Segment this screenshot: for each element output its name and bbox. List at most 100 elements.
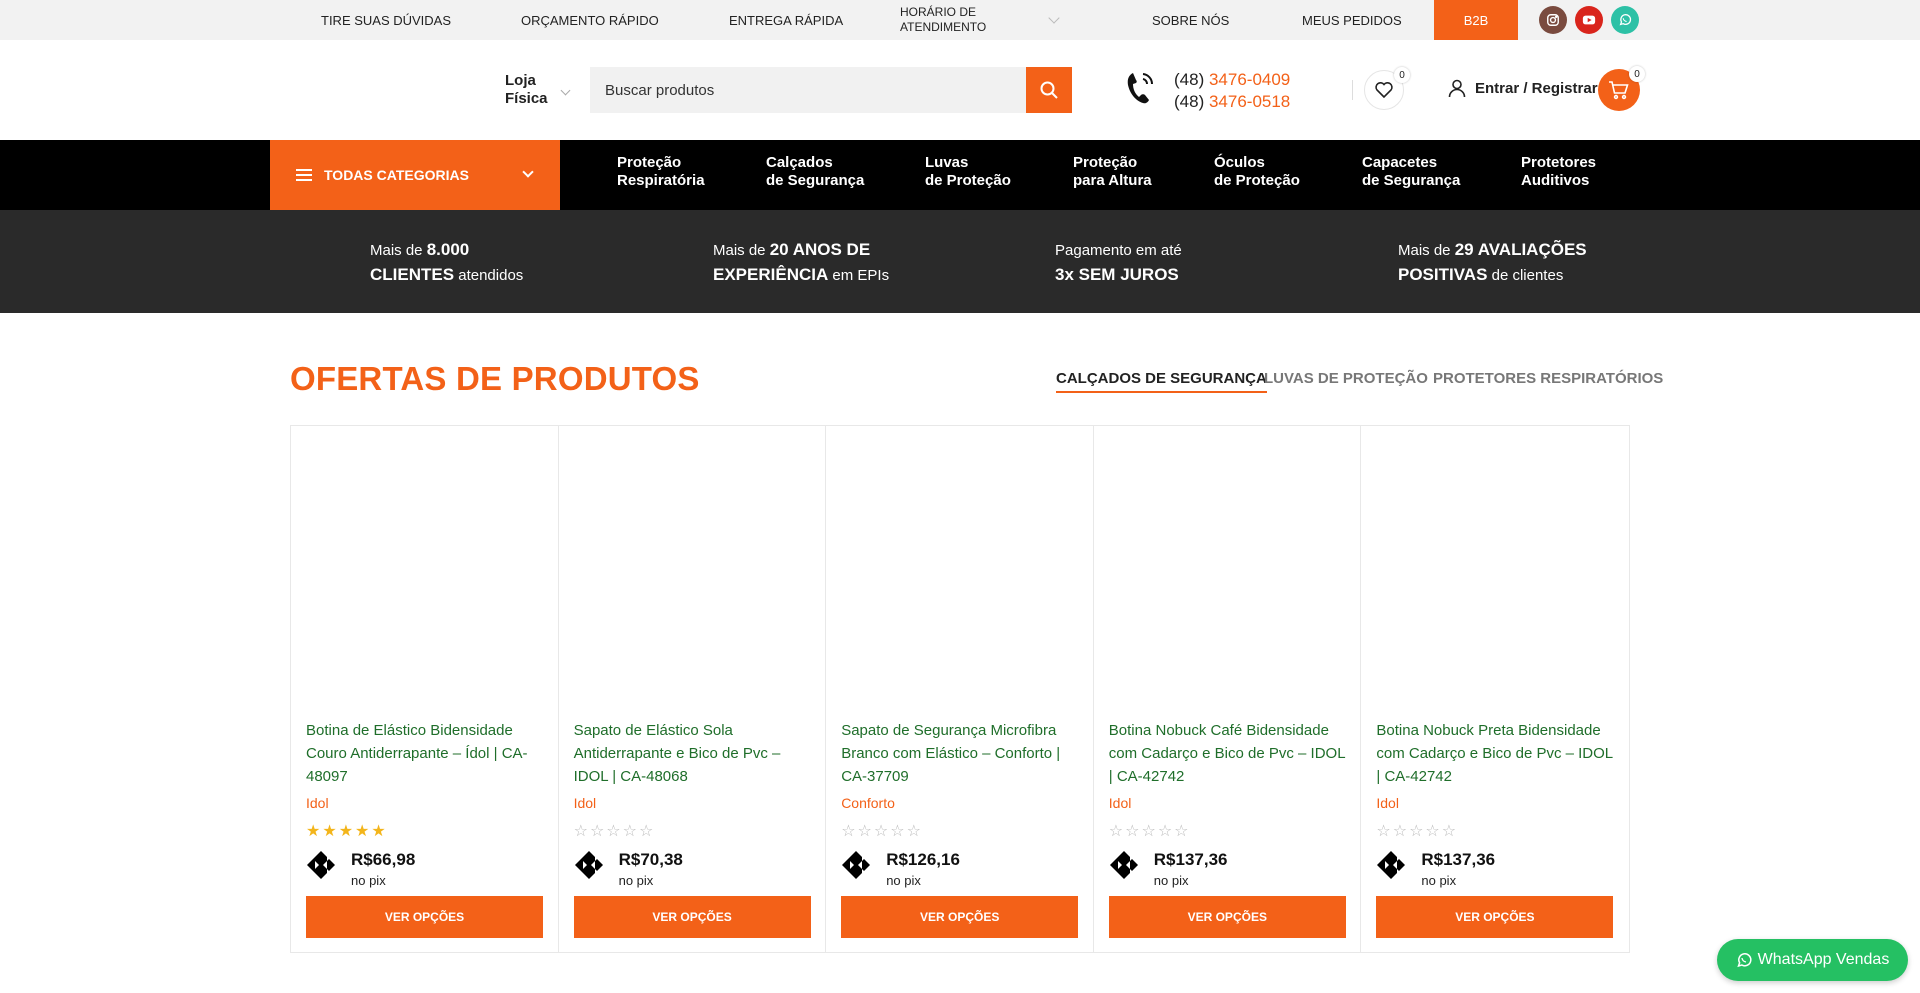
product-card: Botina Nobuck Preta Bidensidade com Cada… xyxy=(1361,426,1629,952)
all-categories-button[interactable]: TODAS CATEGORIAS xyxy=(270,140,560,210)
product-brand-link[interactable]: Conforto xyxy=(841,795,895,811)
login-register-link[interactable]: Entrar / Registrar xyxy=(1447,78,1598,98)
product-image[interactable] xyxy=(1108,440,1346,710)
nav-link-safety-glasses[interactable]: Óculos de Proteção xyxy=(1214,154,1300,190)
section-title: OFERTAS DE PRODUTOS xyxy=(290,360,700,397)
star-icon: ☆ xyxy=(906,823,921,840)
pix-logo-icon xyxy=(307,851,335,879)
product-grid: Botina de Elástico Bidensidade Couro Ant… xyxy=(290,425,1630,953)
cart-count-badge: 0 xyxy=(1629,66,1645,82)
product-name-link[interactable]: Botina Nobuck Café Bidensidade com Cadar… xyxy=(1109,719,1349,788)
product-brand-link[interactable]: Idol xyxy=(574,795,597,811)
cart-icon xyxy=(1609,81,1629,100)
product-card: Botina de Elástico Bidensidade Couro Ant… xyxy=(291,426,559,952)
instagram-icon[interactable] xyxy=(1539,6,1567,34)
tab-safety-footwear[interactable]: CALÇADOS DE SEGURANÇA xyxy=(1056,370,1267,393)
star-icon: ★ xyxy=(371,823,386,840)
top-link-opening-hours[interactable]: HORÁRIO DE ATENDIMENTO xyxy=(900,0,1040,40)
product-brand-link[interactable]: Idol xyxy=(306,795,329,811)
product-brand-link[interactable]: Idol xyxy=(1109,795,1132,811)
site-header: Loja Física (48) 3476-0409 (48) 3476-051… xyxy=(0,40,1920,140)
nav-link-line: Capacetes xyxy=(1362,154,1438,171)
view-options-button[interactable]: VER OPÇÕES xyxy=(1376,896,1614,938)
pix-label: no pix xyxy=(1421,873,1457,888)
top-link-fast-delivery[interactable]: ENTREGA RÁPIDA xyxy=(729,0,843,40)
rating-stars: ☆ ☆ ☆ ☆ ☆ xyxy=(1109,824,1189,840)
star-icon: ★ xyxy=(355,823,370,840)
view-options-button[interactable]: VER OPÇÕES xyxy=(841,896,1079,938)
tab-protective-gloves[interactable]: LUVAS DE PROTEÇÃO xyxy=(1264,370,1428,387)
product-name-link[interactable]: Sapato de Elástico Sola Antiderrapante e… xyxy=(574,719,814,788)
pix-logo-icon xyxy=(842,851,871,879)
view-options-button[interactable]: VER OPÇÕES xyxy=(573,896,811,938)
product-name-link[interactable]: Botina de Elástico Bidensidade Couro Ant… xyxy=(306,719,546,788)
top-link-faq[interactable]: TIRE SUAS DÚVIDAS xyxy=(321,0,451,40)
star-icon: ★ xyxy=(322,823,337,840)
search-input[interactable] xyxy=(590,67,1026,113)
star-icon: ☆ xyxy=(1409,823,1424,840)
phone-link-2[interactable]: 3476-0518 xyxy=(1209,92,1290,111)
benefits-bar: Mais de 8.000 CLIENTES atendidos Mais de … xyxy=(0,210,1920,313)
star-icon: ☆ xyxy=(622,823,637,840)
product-card: Botina Nobuck Café Bidensidade com Cadar… xyxy=(1094,426,1362,952)
product-image[interactable] xyxy=(841,440,1079,710)
pix-label: no pix xyxy=(618,873,654,888)
product-name-link[interactable]: Botina Nobuck Preta Bidensidade com Cada… xyxy=(1376,719,1616,788)
top-link-quick-quote[interactable]: ORÇAMENTO RÁPIDO xyxy=(521,0,659,40)
benefit-installments: Pagamento em até 3x SEM JUROS xyxy=(1055,242,1182,284)
b2b-button[interactable]: B2B xyxy=(1434,0,1518,40)
phone-link-1[interactable]: 3476-0409 xyxy=(1209,70,1290,89)
nav-link-helmets[interactable]: Capacetes de Segurança xyxy=(1362,154,1460,190)
top-bar: TIRE SUAS DÚVIDAS ORÇAMENTO RÁPIDO ENTRE… xyxy=(0,0,1920,40)
chevron-down-icon xyxy=(560,85,571,96)
pix-label: no pix xyxy=(351,873,386,888)
nav-link-line: Óculos xyxy=(1214,154,1265,171)
wishlist-count-badge: 0 xyxy=(1394,67,1410,83)
all-categories-label: TODAS CATEGORIAS xyxy=(324,167,469,183)
star-icon: ☆ xyxy=(857,823,872,840)
nav-link-protective-gloves[interactable]: Luvas de Proteção xyxy=(925,154,1011,190)
product-image[interactable] xyxy=(1376,440,1614,710)
star-icon: ☆ xyxy=(638,823,654,840)
star-icon: ☆ xyxy=(573,823,588,840)
nav-link-safety-footwear[interactable]: Calçados de Segurança xyxy=(766,154,864,190)
benefit-customers: Mais de 8.000 CLIENTES atendidos xyxy=(370,240,524,284)
top-link-my-orders[interactable]: MEUS PEDIDOS xyxy=(1302,0,1402,40)
nav-link-line: Luvas xyxy=(925,154,969,171)
product-card: Sapato de Segurança Microfibra Branco co… xyxy=(826,426,1094,952)
whatsapp-sales-button[interactable]: WhatsApp Vendas xyxy=(1717,939,1908,981)
nav-link-fall-protection[interactable]: Proteção para Altura xyxy=(1073,154,1152,190)
search-button[interactable] xyxy=(1026,67,1072,113)
nav-link-line: de Proteção xyxy=(1214,172,1300,189)
nav-link-line: de Segurança xyxy=(1362,172,1461,189)
star-icon: ☆ xyxy=(1392,823,1408,840)
nav-link-hearing-protectors[interactable]: Protetores Auditivos xyxy=(1521,154,1596,190)
phone-icon xyxy=(1127,73,1154,104)
store-selector[interactable]: Loja Física xyxy=(505,72,548,108)
youtube-icon[interactable] xyxy=(1575,6,1603,34)
pix-logo-icon xyxy=(1377,851,1406,879)
main-navigation: TODAS CATEGORIAS Proteção Respiratória Ca… xyxy=(0,140,1920,210)
nav-link-respiratory-protection[interactable]: Proteção Respiratória xyxy=(617,154,705,190)
star-icon: ☆ xyxy=(1425,823,1440,840)
star-icon: ☆ xyxy=(1174,823,1189,840)
view-options-button[interactable]: VER OPÇÕES xyxy=(306,896,543,938)
top-link-about[interactable]: SOBRE NÓS xyxy=(1152,0,1229,40)
product-name-link[interactable]: Sapato de Segurança Microfibra Branco co… xyxy=(841,719,1081,788)
whatsapp-icon xyxy=(1736,953,1752,968)
rating-stars: ☆ ☆ ☆ ☆ ☆ xyxy=(841,824,921,840)
star-icon: ☆ xyxy=(606,823,621,840)
product-brand-link[interactable]: Idol xyxy=(1376,795,1399,811)
store-selector-label-2: Física xyxy=(505,90,548,107)
star-icon: ☆ xyxy=(841,823,856,840)
nav-link-line: Proteção xyxy=(617,154,682,171)
product-image[interactable] xyxy=(573,440,811,710)
view-options-button[interactable]: VER OPÇÕES xyxy=(1108,896,1346,938)
product-price: R$137,36 xyxy=(1421,850,1496,869)
whatsapp-icon[interactable] xyxy=(1611,6,1639,34)
phone-numbers: (48) 3476-0409 (48) 3476-0518 xyxy=(1174,69,1290,113)
tab-respiratory-protectors[interactable]: PROTETORES RESPIRATÓRIOS xyxy=(1433,370,1663,387)
store-selector-label: Loja xyxy=(505,72,536,89)
chevron-down-icon xyxy=(522,166,534,178)
product-image[interactable] xyxy=(306,440,543,710)
